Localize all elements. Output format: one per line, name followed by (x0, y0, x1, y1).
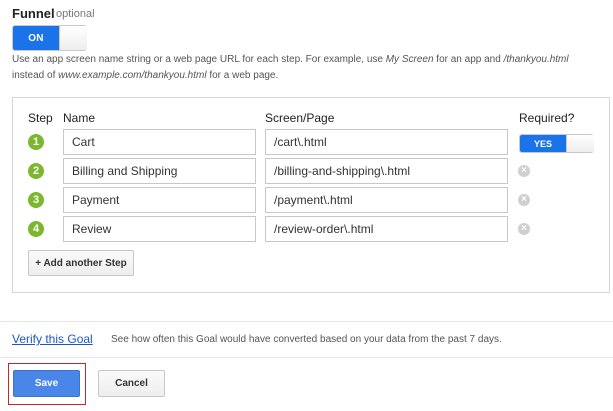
remove-step-icon[interactable]: × (518, 223, 530, 235)
help-text-part: for an app and (433, 54, 504, 65)
help-text-line1: Use an app screen name string or a web p… (12, 54, 569, 65)
required-toggle-knob[interactable] (566, 135, 594, 152)
funnel-optional-label: optional (56, 8, 95, 20)
help-text-part: Use an app screen name string or a web p… (12, 54, 386, 65)
save-button[interactable]: Save (13, 370, 80, 397)
step-number-badge: 1 (28, 134, 44, 150)
step-name-input[interactable]: Cart (63, 129, 256, 155)
funnel-step-row: 3 Payment /payment\.html × (0, 187, 613, 213)
required-toggle-yes-label: YES (520, 135, 566, 152)
cancel-button[interactable]: Cancel (98, 370, 165, 397)
verify-goal-link[interactable]: Verify this Goal (12, 332, 93, 346)
step-name-input[interactable]: Review (63, 216, 256, 242)
step-name-input[interactable]: Billing and Shipping (63, 158, 256, 184)
help-text-part: for a web page. (206, 70, 279, 81)
step-screen-input[interactable]: /review-order\.html (265, 216, 508, 242)
step-screen-input[interactable]: /payment\.html (265, 187, 508, 213)
funnel-step-row: 4 Review /review-order\.html × (0, 216, 613, 242)
funnel-toggle-on-label: ON (13, 26, 59, 50)
step-number-badge: 3 (28, 192, 44, 208)
add-step-button[interactable]: + Add another Step (28, 250, 134, 276)
column-header-name: Name (63, 111, 96, 125)
remove-step-icon[interactable]: × (518, 165, 530, 177)
verify-goal-description: See how often this Goal would have conve… (111, 334, 502, 345)
column-header-screen: Screen/Page (265, 111, 335, 125)
funnel-toggle[interactable]: ON (12, 25, 87, 51)
funnel-title: Funnel (12, 6, 55, 21)
remove-step-icon[interactable]: × (518, 194, 530, 206)
help-text-example-url: /thankyou.html (503, 54, 569, 65)
column-header-step: Step (28, 111, 53, 125)
required-toggle[interactable]: YES (519, 134, 594, 153)
step-number-badge: 4 (28, 221, 44, 237)
funnel-step-row: 1 Cart /cart\.html YES (0, 129, 613, 155)
step-screen-input[interactable]: /cart\.html (265, 129, 508, 155)
funnel-step-row: 2 Billing and Shipping /billing-and-ship… (0, 158, 613, 184)
column-header-required: Required? (519, 111, 575, 125)
help-text-example-domain: www.example.com/thankyou.html (58, 70, 207, 81)
divider (0, 321, 613, 322)
step-screen-input[interactable]: /billing-and-shipping\.html (265, 158, 508, 184)
step-number-badge: 2 (28, 163, 44, 179)
step-name-input[interactable]: Payment (63, 187, 256, 213)
help-text-part: instead of (12, 70, 59, 81)
help-text-line2: instead of www.example.com/thankyou.html… (12, 70, 278, 81)
funnel-toggle-knob[interactable] (59, 26, 87, 50)
divider (0, 357, 613, 358)
help-text-example-screen: My Screen (385, 54, 434, 65)
